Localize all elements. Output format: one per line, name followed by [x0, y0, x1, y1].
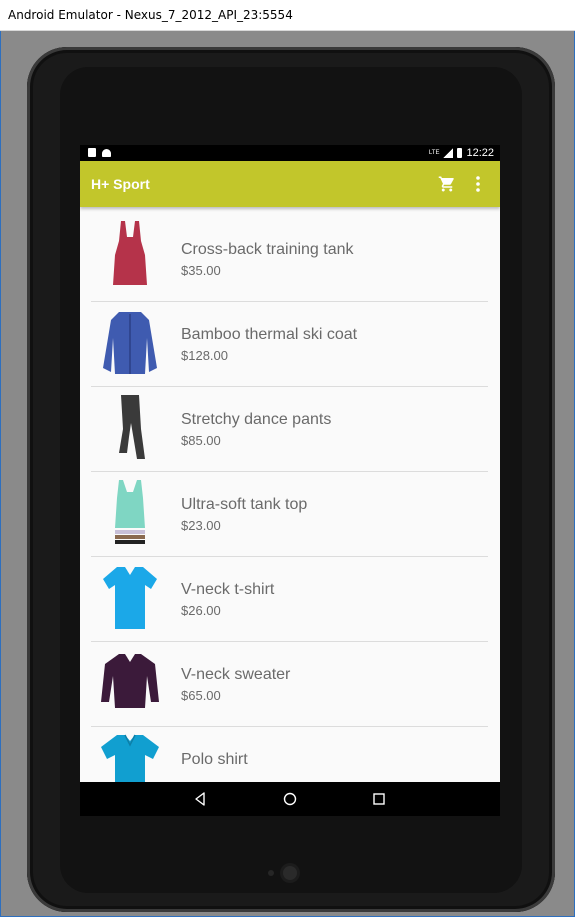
product-name: Ultra-soft tank top: [181, 496, 308, 513]
product-name: Stretchy dance pants: [181, 411, 332, 428]
home-icon[interactable]: [283, 792, 297, 806]
status-clock: 12:22: [466, 147, 494, 159]
product-price: $85.00: [181, 433, 221, 448]
status-bar: LTE 12:22: [80, 145, 500, 161]
product-name: Cross-back training tank: [181, 241, 354, 258]
product-price: $23.00: [181, 518, 221, 533]
back-icon[interactable]: [193, 792, 207, 806]
list-item[interactable]: Stretchy dance pants $85.00: [91, 387, 488, 472]
product-price: $35.00: [181, 263, 221, 278]
list-item[interactable]: Cross-back training tank $35.00: [91, 207, 488, 302]
list-item[interactable]: V-neck t-shirt $26.00: [91, 557, 488, 642]
list-item[interactable]: V-neck sweater $65.00: [91, 642, 488, 727]
camera-dot: [283, 866, 297, 880]
list-item[interactable]: Polo shirt: [91, 727, 488, 782]
android-icon: [102, 149, 111, 157]
product-name: Polo shirt: [181, 751, 248, 768]
blue-puffer-coat-icon: [103, 312, 157, 374]
product-price: $128.00: [181, 348, 228, 363]
device-screen: LTE 12:22 H+ Sport Cross-back training t…: [80, 145, 500, 816]
product-name: V-neck sweater: [181, 666, 291, 683]
gray-pants-icon: [119, 395, 145, 459]
network-type: LTE: [428, 150, 440, 156]
product-name: V-neck t-shirt: [181, 581, 275, 598]
app-title: H+ Sport: [91, 176, 150, 192]
product-name: Bamboo thermal ski coat: [181, 326, 358, 343]
navigation-bar: [80, 782, 500, 816]
mint-tank-top-icon: [115, 480, 145, 544]
list-item[interactable]: Bamboo thermal ski coat $128.00: [91, 302, 488, 387]
window-title: Android Emulator - Nexus_7_2012_API_23:5…: [8, 8, 293, 22]
overflow-menu-icon[interactable]: [474, 175, 482, 193]
blue-polo-shirt-icon: [101, 734, 159, 782]
signal-icon: [443, 148, 454, 158]
blue-tshirt-icon: [103, 567, 157, 629]
shopping-cart-icon[interactable]: [438, 175, 456, 193]
product-price: $26.00: [181, 603, 221, 618]
sd-card-icon: [88, 148, 96, 157]
red-tank-top-icon: [113, 221, 147, 285]
window-title-bar: Android Emulator - Nexus_7_2012_API_23:5…: [0, 0, 575, 31]
app-bar: H+ Sport: [80, 161, 500, 207]
recent-apps-icon[interactable]: [373, 793, 385, 805]
battery-icon: [457, 148, 463, 158]
product-price: $65.00: [181, 688, 221, 703]
speaker-dot: [268, 870, 274, 876]
purple-sweater-icon: [101, 654, 159, 708]
list-item[interactable]: Ultra-soft tank top $23.00: [91, 472, 488, 557]
product-list[interactable]: Cross-back training tank $35.00 Bamboo t…: [91, 207, 488, 782]
